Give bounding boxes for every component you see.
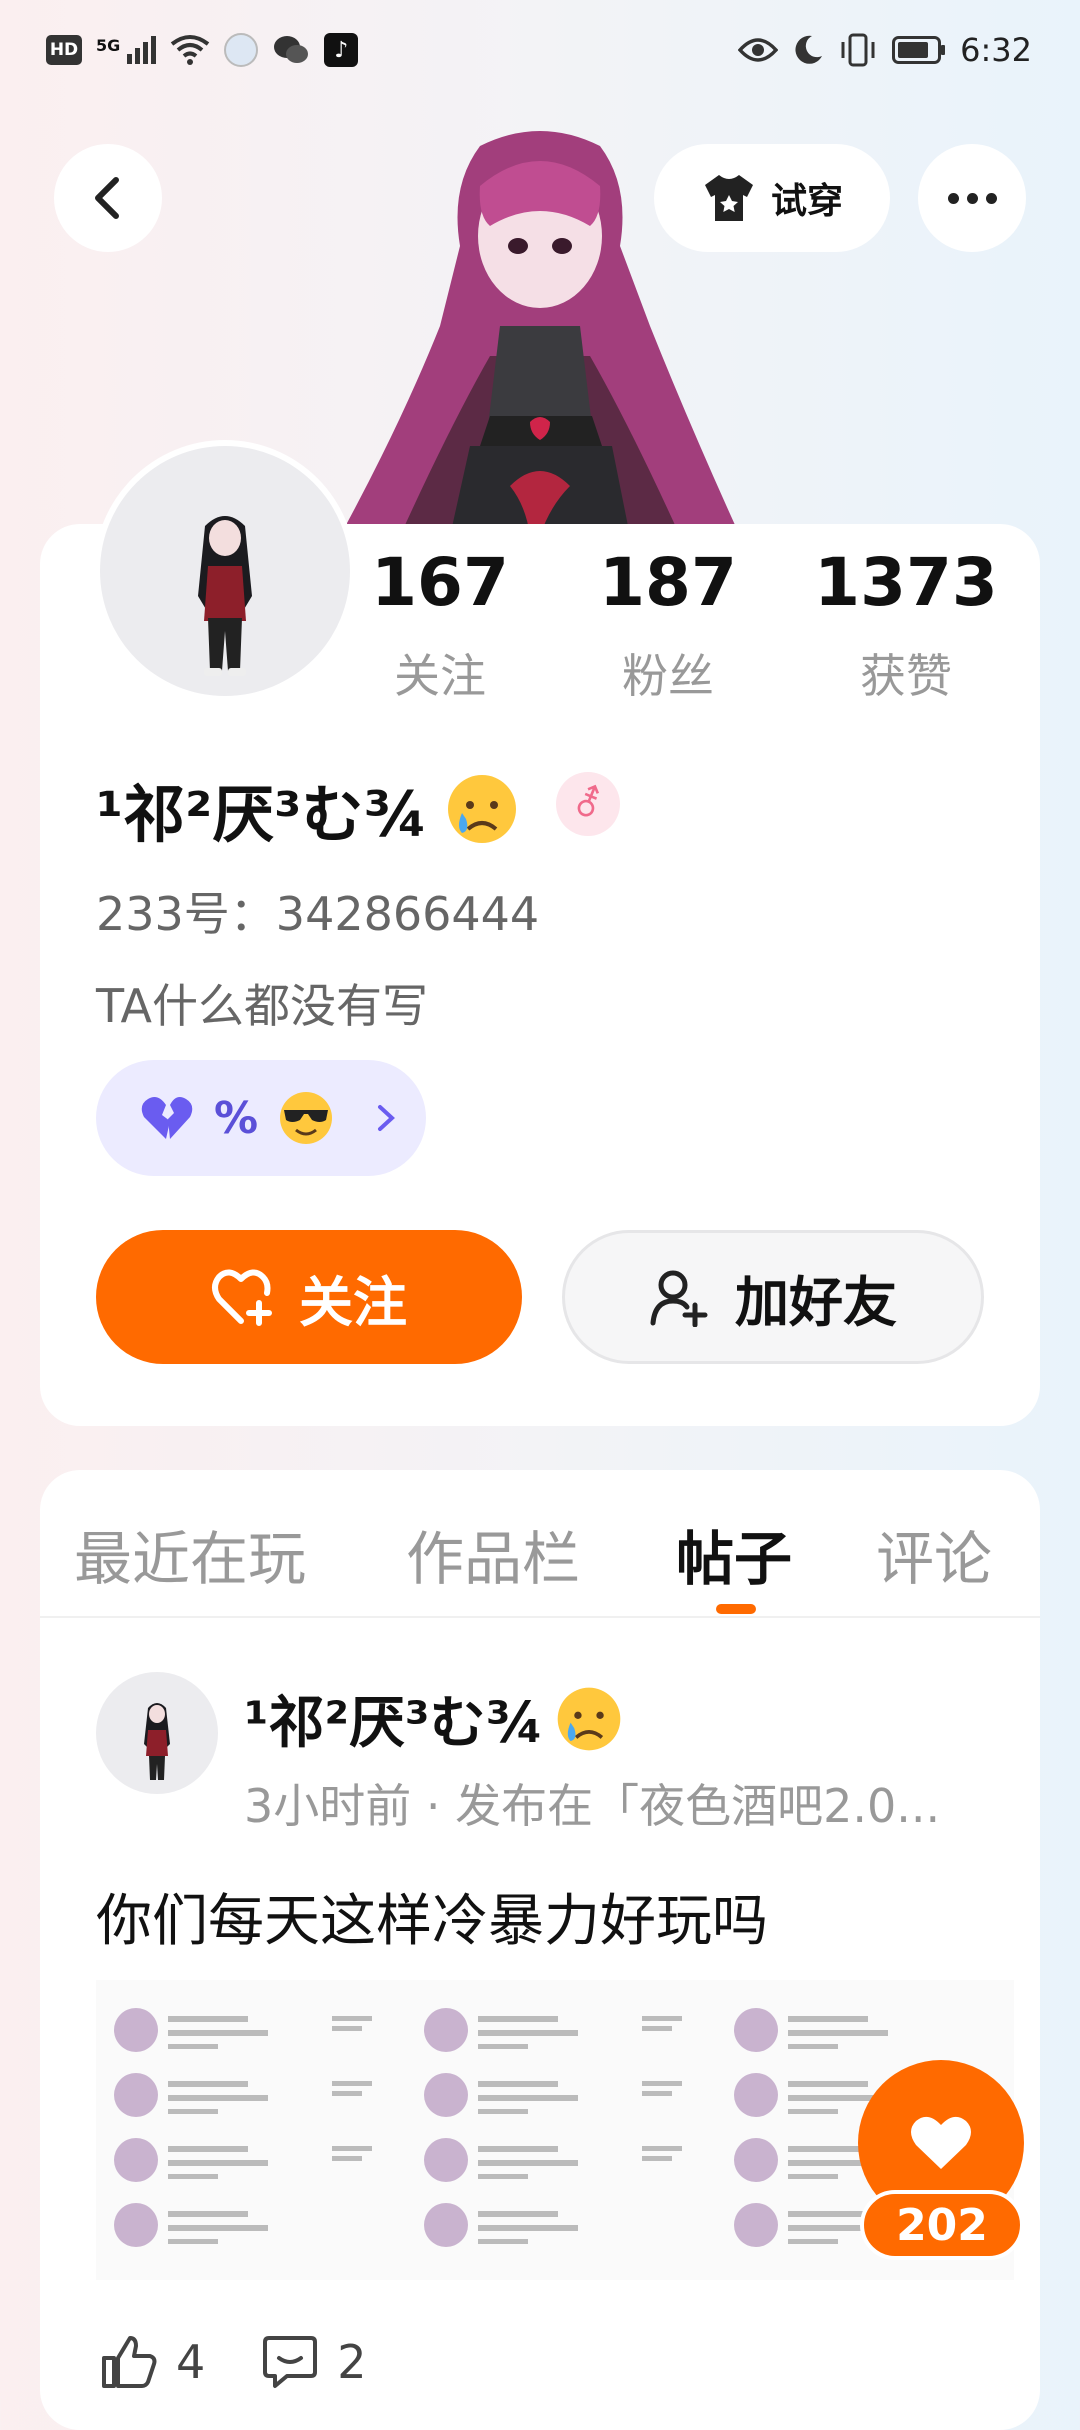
tab-posts[interactable]: 帖子 [676,1512,792,1596]
follow-button[interactable]: 关注 [96,1230,522,1364]
stat-likes[interactable]: 1373 获赞 [796,550,1016,706]
following-label: 关注 [394,649,486,703]
likes-received-count: 1373 [814,544,998,621]
status-right-icons: 6:32 [738,28,1032,72]
battery-icon [892,36,946,64]
user-id: 233号：342866444 [96,887,540,941]
post-avatar-figure [144,1703,170,1780]
clock: 6:32 [960,31,1032,69]
likes-received-label: 获赞 [860,649,952,703]
profile-name-text: ¹祁²厌³む¾ [96,778,428,851]
tab-bar: 最近在玩 作品栏 帖子 评论 [40,1470,1040,1618]
try-on-button[interactable]: 试穿 [654,144,890,252]
followers-label: 粉丝 [622,649,714,703]
add-friend-label: 加好友 [735,1270,897,1334]
app-icon [224,33,259,67]
tag-text: % [214,1092,259,1144]
like-fab-count: 202 [860,2190,1024,2260]
like-count: 4 [176,2335,206,2389]
eye-icon [738,38,779,62]
follow-label: 关注 [299,1270,407,1334]
cp-tag[interactable]: % [96,1060,426,1176]
tiktok-icon: ♪ [324,33,359,67]
wechat-icon [274,36,309,63]
add-user-icon [650,1270,708,1327]
crying-face-icon [447,775,516,843]
hd-badge: HD [46,35,82,65]
tab-recently-played[interactable]: 最近在玩 [74,1512,306,1596]
post-author-name[interactable]: ¹祁²厌³む¾ [244,1678,624,1759]
comment-button[interactable]: 2 [261,2334,367,2390]
user-bio: TA什么都没有写 [96,979,428,1033]
add-friend-button[interactable]: 加好友 [562,1230,984,1364]
tab-active-indicator [716,1604,756,1614]
post-actions: 4 2 [100,2334,367,2390]
post-author-name-text: ¹祁²厌³む¾ [244,1691,544,1756]
chevron-right-icon [378,1105,396,1131]
profile-name: ¹祁²厌³む¾ [96,764,520,854]
crying-face-icon [557,1687,620,1750]
heart-icon [911,2116,971,2169]
comment-count: 2 [337,2335,367,2389]
signal-icon: 5G [96,36,157,64]
more-dot [966,192,978,204]
broken-heart-icon [141,1097,193,1139]
try-on-label: 试穿 [770,181,843,222]
stat-following[interactable]: 167 关注 [330,550,550,706]
vibrate-icon [841,33,875,67]
wifi-icon [171,35,210,65]
chevron-left-icon [95,177,119,219]
shirt-icon [704,175,753,221]
more-dot [947,192,959,204]
back-button[interactable] [54,144,162,252]
status-left-icons: HD 5G ♪ [46,28,359,72]
following-count: 167 [371,544,509,621]
sunglasses-face-icon [280,1092,333,1144]
moon-icon [795,35,823,64]
more-options-button[interactable] [918,144,1026,252]
gender-badge: ⚦ [556,772,620,836]
heart-plus-icon [212,1269,272,1326]
stat-followers[interactable]: 187 粉丝 [558,550,778,706]
tab-works[interactable]: 作品栏 [406,1512,580,1596]
avatar-figure [198,516,252,676]
profile-avatar[interactable] [100,446,350,696]
more-dot [985,192,997,204]
like-button[interactable]: 4 [100,2334,205,2390]
followers-count: 187 [599,544,737,621]
status-bar: HD 5G ♪ 6:32 [0,0,1080,100]
post-author-avatar[interactable] [96,1672,218,1794]
thumbs-up-icon [102,2336,157,2388]
network-type: 5G [96,36,121,55]
post-meta[interactable]: 3小时前 · 发布在「夜色酒吧2.0... [244,1770,1024,1836]
comment-icon [263,2336,318,2388]
tab-comments[interactable]: 评论 [876,1512,992,1596]
post-text[interactable]: 你们每天这样冷暴力好玩吗 [96,1876,768,1957]
